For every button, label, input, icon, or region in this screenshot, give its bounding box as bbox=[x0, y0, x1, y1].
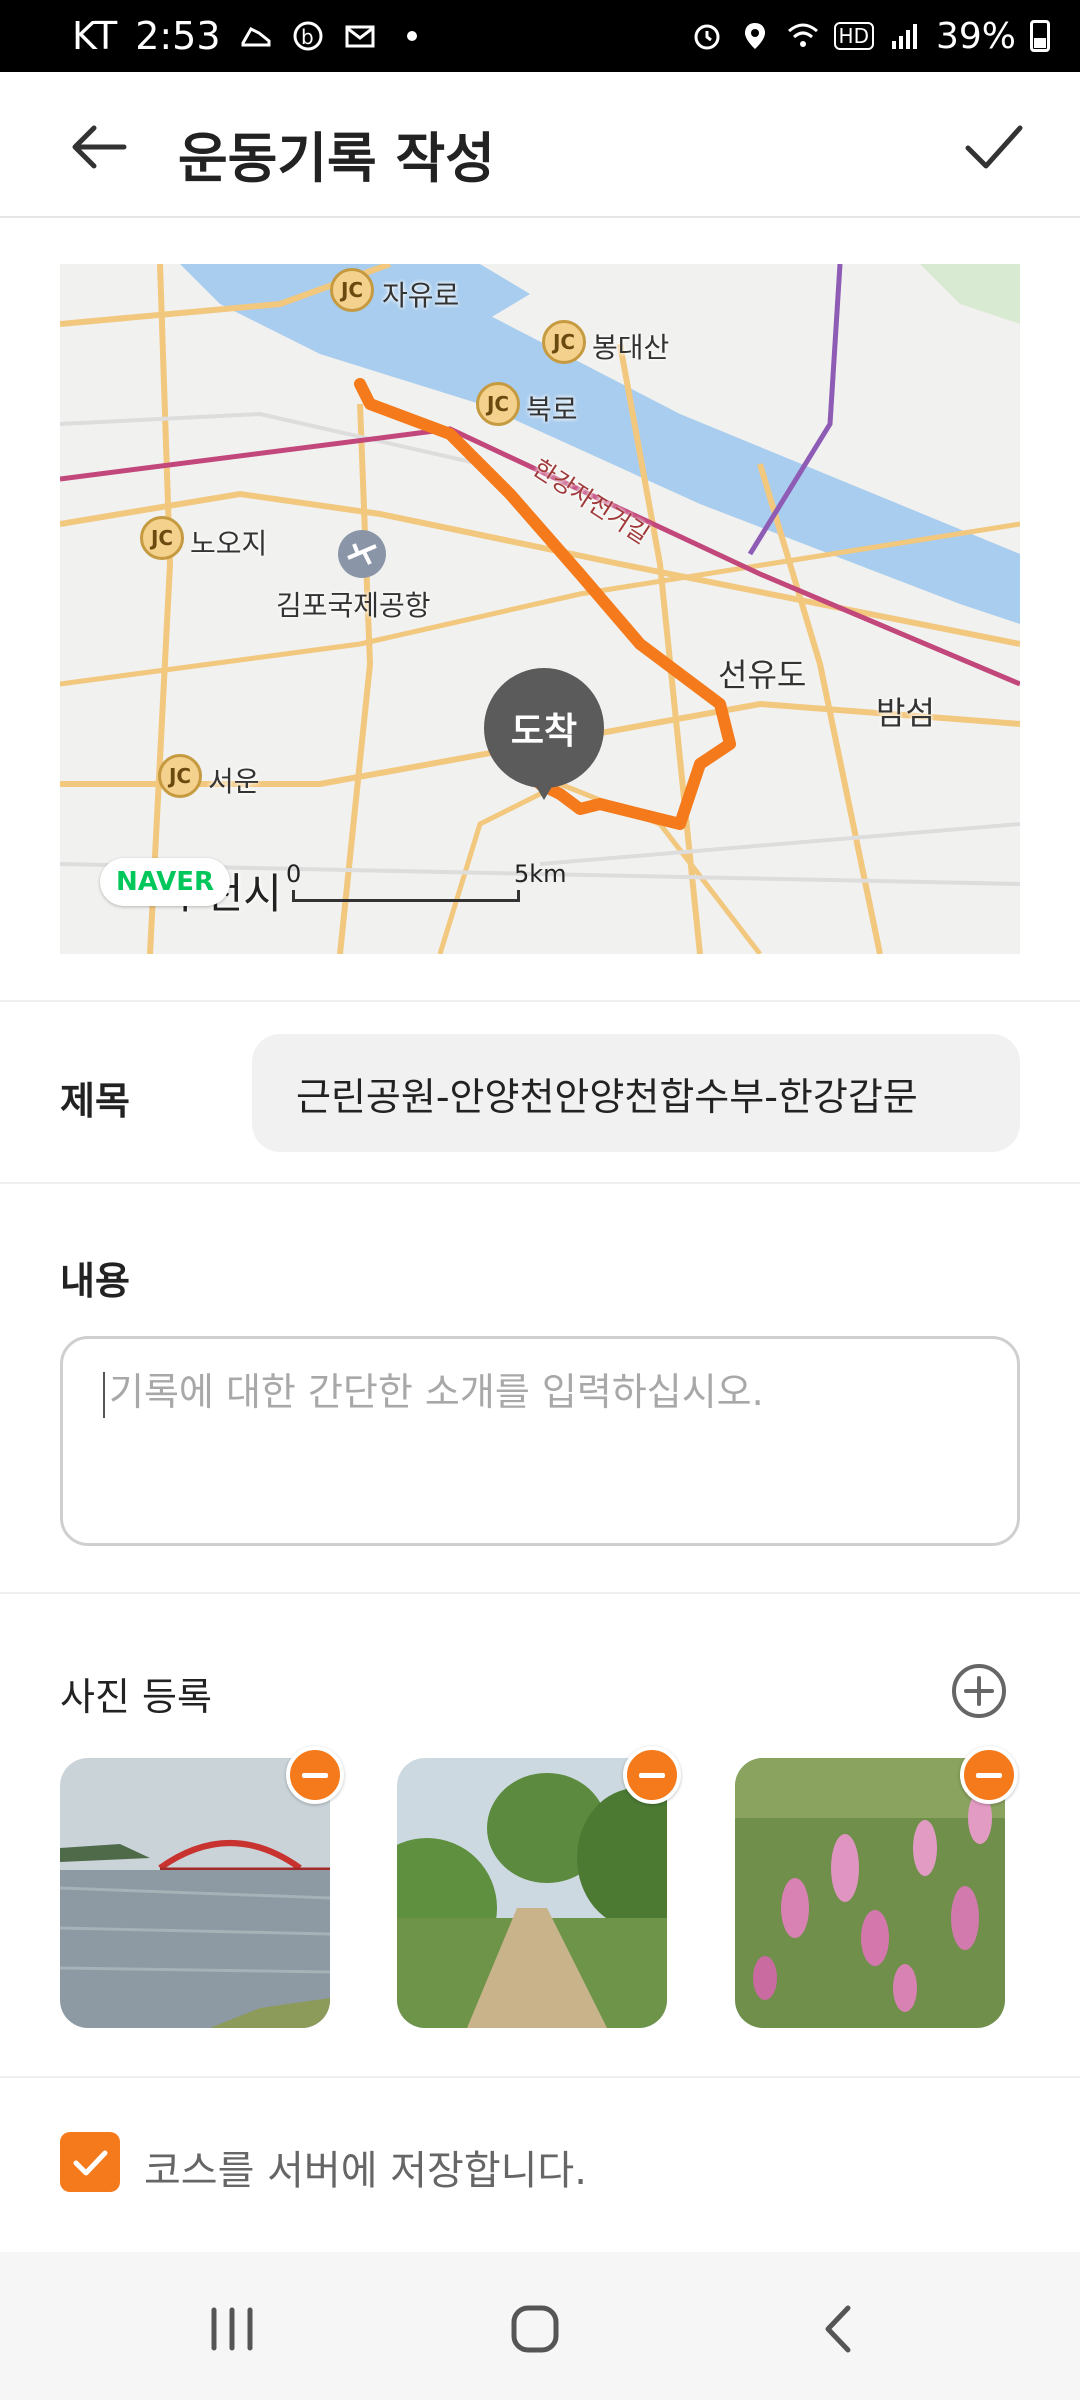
back-nav-icon[interactable] bbox=[818, 2304, 858, 2354]
confirm-check-icon[interactable] bbox=[958, 110, 1030, 182]
jc-marker: JC bbox=[330, 268, 374, 312]
jc-marker: JC bbox=[476, 382, 520, 426]
naver-logo: NAVER bbox=[100, 858, 230, 906]
divider bbox=[0, 1000, 1080, 1002]
arrival-pin-tail bbox=[526, 770, 562, 800]
recent-apps-icon[interactable] bbox=[208, 2306, 256, 2352]
flowers-image bbox=[735, 1758, 1005, 2028]
scale-start: 0 bbox=[286, 860, 302, 888]
remove-photo-button[interactable] bbox=[286, 1746, 344, 1804]
signal-icon bbox=[891, 24, 917, 49]
map-label-noji: 노오지 bbox=[190, 527, 268, 560]
map-label-seoun: 서운 bbox=[208, 765, 260, 798]
title-input[interactable]: 근린공원-안양천안양천합수부-한강갑문 bbox=[252, 1034, 1020, 1152]
airport-icon bbox=[338, 530, 386, 578]
river-bridge-image bbox=[60, 1758, 330, 2028]
map-scale-bar bbox=[292, 890, 520, 902]
jc-marker: JC bbox=[140, 516, 184, 560]
title-label: 제목 bbox=[60, 1079, 130, 1123]
text-caret bbox=[103, 1371, 105, 1418]
carrier-text: KT bbox=[72, 14, 118, 58]
battery-percent: 39% bbox=[935, 15, 1016, 57]
map-label-bongdaesan: 봉대산 bbox=[592, 331, 670, 364]
remove-photo-button[interactable] bbox=[623, 1746, 681, 1804]
photo-thumbnail-trail[interactable] bbox=[397, 1758, 667, 2028]
photo-label: 사진 등록 bbox=[60, 1675, 212, 1719]
route-map[interactable]: JC 자유로 JC 봉대산 JC 북로 JC 노오지 김포국제공항 한강자전거길… bbox=[60, 264, 1020, 954]
map-label-bukro: 북로 bbox=[526, 393, 578, 426]
checkmark-icon bbox=[73, 2150, 108, 2176]
home-icon[interactable] bbox=[510, 2304, 560, 2354]
divider bbox=[0, 1182, 1080, 1184]
system-nav-bar bbox=[0, 2252, 1080, 2400]
map-label-airport: 김포국제공항 bbox=[276, 589, 431, 622]
map-label-seonyudo: 선유도 bbox=[718, 656, 807, 694]
location-icon bbox=[744, 23, 765, 49]
mail-icon bbox=[345, 25, 375, 48]
back-arrow-icon[interactable] bbox=[64, 112, 134, 182]
content-textarea[interactable]: 기록에 대한 간단한 소개를 입력하십시오. bbox=[60, 1336, 1020, 1546]
divider bbox=[0, 1592, 1080, 1594]
content-label: 내용 bbox=[60, 1259, 130, 1303]
alarm-icon bbox=[694, 24, 720, 50]
jc-marker: JC bbox=[542, 320, 586, 364]
scale-end: 5km bbox=[514, 860, 567, 888]
save-course-label[interactable]: 코스를 서버에 저장합니다. bbox=[144, 2138, 587, 2196]
svg-text:b: b bbox=[301, 25, 314, 49]
photo-thumbnail-river[interactable] bbox=[60, 1758, 330, 2028]
jc-marker: JC bbox=[158, 754, 202, 798]
map-label-bamseom: 밤섬 bbox=[876, 694, 935, 732]
running-shoe-icon bbox=[241, 27, 271, 47]
app-bar: 운동기록 작성 bbox=[0, 72, 1080, 218]
save-course-checkbox[interactable] bbox=[60, 2132, 120, 2192]
notification-dot-icon bbox=[406, 31, 417, 41]
photo-thumbnail-flowers[interactable] bbox=[735, 1758, 1005, 2028]
status-bar: KT 2:53 b HD 39% bbox=[0, 0, 1080, 72]
map-label-jayuro: 자유로 bbox=[382, 279, 460, 312]
app-b-icon: b bbox=[293, 21, 323, 51]
trail-image bbox=[397, 1758, 667, 2028]
hd-badge: HD bbox=[833, 22, 874, 50]
content-placeholder: 기록에 대한 간단한 소개를 입력하십시오. bbox=[109, 1370, 764, 1414]
remove-photo-button[interactable] bbox=[960, 1746, 1018, 1804]
clock-text: 2:53 bbox=[135, 14, 221, 58]
page-title: 운동기록 작성 bbox=[178, 127, 495, 190]
add-photo-icon[interactable] bbox=[950, 1662, 1008, 1720]
divider bbox=[0, 2076, 1080, 2078]
battery-icon bbox=[1030, 20, 1050, 52]
map-canvas bbox=[60, 264, 1020, 954]
wifi-icon bbox=[787, 23, 818, 47]
